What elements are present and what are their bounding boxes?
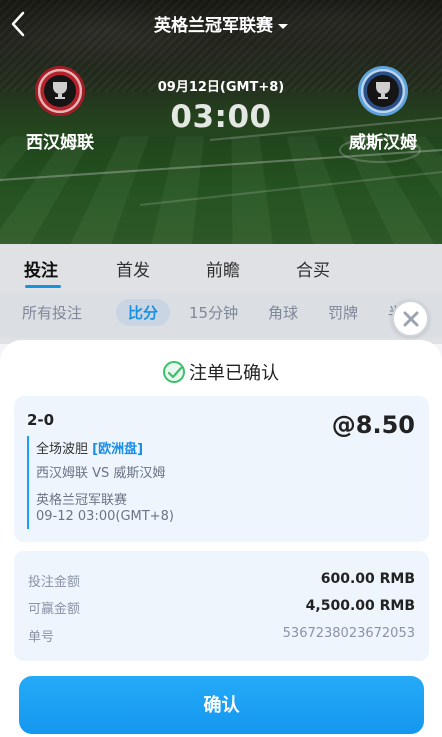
bet-market: 全场波胆 [欧洲盘] [36, 438, 143, 457]
confirmation-title: 注单已确认 [189, 363, 279, 384]
stake-value: 600.00 RMB [320, 571, 415, 587]
bet-kickoff: 09-12 03:00(GMT+8) [36, 509, 174, 524]
bet-details-card: 2-0 @8.50 全场波胆 [欧洲盘] 西汉姆联 VS 威斯汉姆 英格兰冠军联… [14, 396, 429, 542]
order-label: 单号 [28, 630, 55, 645]
close-button[interactable] [392, 300, 429, 337]
league-title: 英格兰冠军联赛 [154, 16, 273, 36]
bet-selection: 2-0 [27, 411, 55, 429]
market-name: 全场波胆 [36, 442, 89, 457]
match-time: 03:00 [170, 99, 272, 135]
confirm-button[interactable]: 确认 [19, 676, 424, 734]
detail-accent-bar [27, 436, 29, 529]
stake-label: 投注金额 [28, 575, 81, 590]
check-circle-icon [163, 361, 185, 383]
bet-odds: @8.50 [331, 411, 415, 439]
order-number: 5367238023672053 [282, 626, 415, 641]
bet-confirmation-sheet: 注单已确认 2-0 @8.50 全场波胆 [欧洲盘] 西汉姆联 VS 威斯汉姆 … [0, 340, 442, 737]
bet-summary-card: 投注金额 600.00 RMB 可赢金额 4,500.00 RMB 单号 536… [14, 551, 429, 661]
win-label: 可赢金额 [28, 602, 81, 617]
win-value: 4,500.00 RMB [305, 598, 415, 614]
market-tag: [欧洲盘] [92, 442, 144, 457]
caret-down-icon [278, 23, 288, 29]
bet-fixture: 西汉姆联 VS 威斯汉姆 [36, 466, 166, 481]
match-date: 09月12日(GMT+8) [157, 80, 285, 95]
close-icon [403, 311, 419, 327]
league-selector[interactable]: 英格兰冠军联赛 [0, 11, 442, 36]
match-header: 英格兰冠军联赛 西汉姆联 威斯汉姆 09月12日(GMT+8) 03:00 [0, 0, 442, 244]
bet-league: 英格兰冠军联赛 [36, 493, 128, 508]
modal-backdrop [0, 244, 442, 344]
confirmation-header: 注单已确认 [0, 359, 442, 385]
